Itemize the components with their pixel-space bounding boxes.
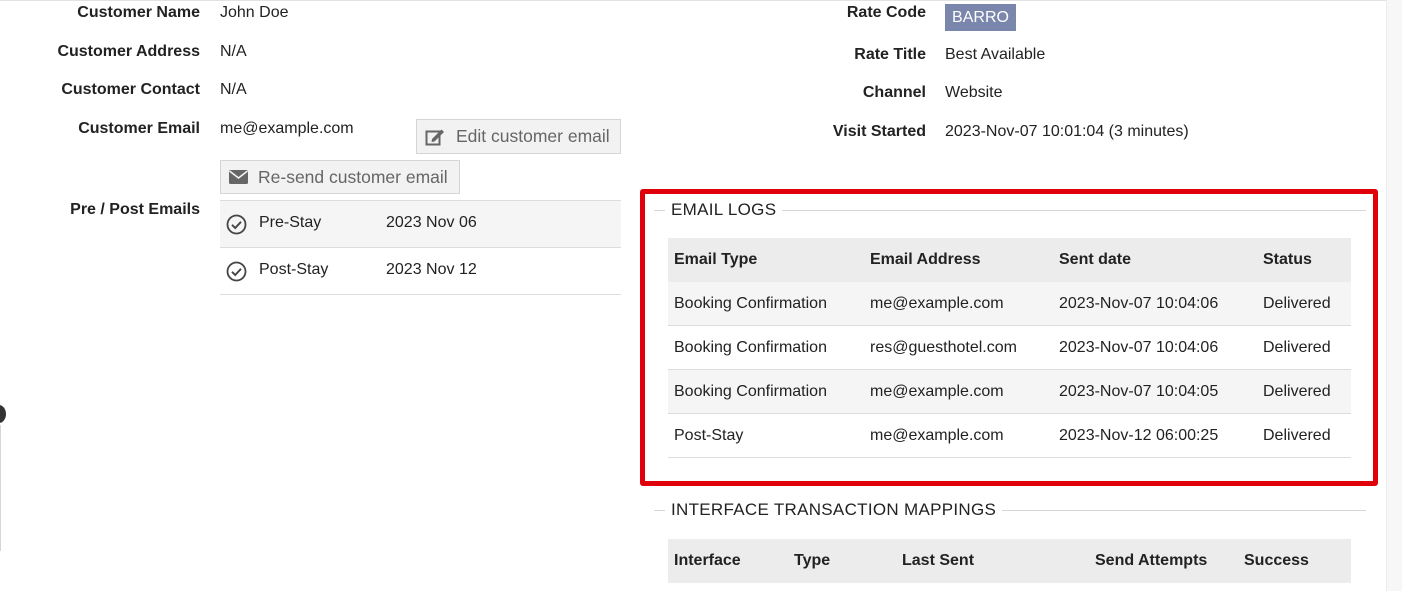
prepost-emails-label: Pre / Post Emails	[70, 201, 200, 218]
side-handle[interactable]	[0, 405, 6, 423]
scrollbar[interactable]	[1386, 0, 1402, 591]
resend-customer-email-button[interactable]: Re-send customer email	[220, 160, 460, 194]
interface-mappings-table: Interface Type Last Sent Send Attempts S…	[668, 539, 1351, 583]
customer-contact-label: Customer Contact	[61, 81, 200, 98]
prepost-emails-table: Pre-Stay 2023 Nov 06 Post-Stay 2023 Nov …	[220, 200, 621, 295]
prepost-name: Post-Stay	[259, 261, 329, 278]
check-circle-icon	[226, 214, 247, 240]
edit-customer-email-button[interactable]: Edit customer email	[416, 119, 621, 154]
check-circle-icon	[226, 261, 247, 287]
prepost-date: 2023 Nov 06	[386, 214, 477, 231]
prepost-row: Pre-Stay 2023 Nov 06	[220, 201, 621, 248]
edit-customer-email-label: Edit customer email	[456, 126, 610, 146]
rate-title-value: Best Available	[945, 46, 1046, 63]
resend-customer-email-label: Re-send customer email	[258, 166, 448, 187]
customer-address-label: Customer Address	[57, 43, 200, 60]
customer-address-value: N/A	[220, 43, 247, 60]
column-header-success[interactable]: Success	[1238, 539, 1351, 583]
prepost-date: 2023 Nov 12	[386, 261, 477, 278]
column-header-type[interactable]: Type	[788, 539, 896, 583]
customer-name-label: Customer Name	[77, 4, 200, 21]
customer-email-label: Customer Email	[78, 120, 200, 137]
interface-mappings-title: INTERFACE TRANSACTION MAPPINGS	[665, 500, 1003, 520]
top-divider	[0, 0, 1386, 1]
column-header-send-attempts[interactable]: Send Attempts	[1089, 539, 1238, 583]
channel-value: Website	[945, 84, 1003, 101]
interface-mappings-header-row: Interface Type Last Sent Send Attempts S…	[668, 539, 1351, 583]
side-divider	[0, 425, 1, 551]
column-header-last-sent[interactable]: Last Sent	[896, 539, 1089, 583]
column-header-interface[interactable]: Interface	[668, 539, 788, 583]
highlight-box	[640, 189, 1378, 486]
prepost-row: Post-Stay 2023 Nov 12	[220, 248, 621, 295]
edit-icon	[425, 127, 446, 146]
envelope-icon	[229, 170, 248, 184]
customer-contact-value: N/A	[220, 81, 247, 98]
rate-code-label: Rate Code	[846, 4, 926, 21]
customer-email-value: me@example.com	[220, 120, 354, 137]
rate-code-badge: BARRO	[945, 4, 1016, 31]
customer-name-value: John Doe	[220, 4, 289, 21]
rate-title-label: Rate Title	[854, 46, 926, 63]
visit-started-label: Visit Started	[832, 123, 926, 140]
prepost-name: Pre-Stay	[259, 214, 322, 231]
visit-started-value: 2023-Nov-07 10:01:04 (3 minutes)	[945, 123, 1189, 140]
channel-label: Channel	[862, 84, 926, 101]
